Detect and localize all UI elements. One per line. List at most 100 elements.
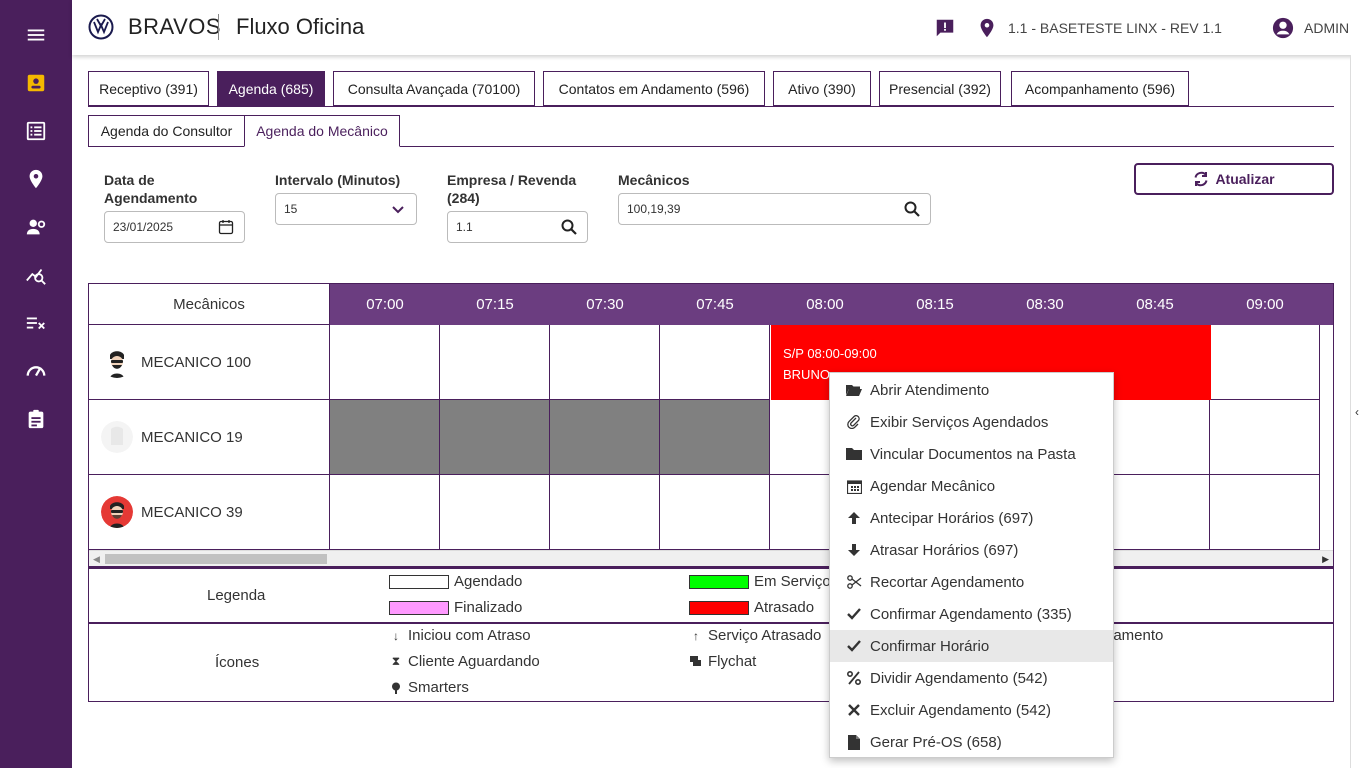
mechanic-row[interactable]: MECANICO 39 — [89, 475, 330, 550]
speedometer-icon[interactable] — [24, 359, 48, 383]
slot-cell[interactable] — [330, 325, 440, 400]
tab-consulta-avancada[interactable]: Consulta Avançada (70100) — [333, 71, 535, 106]
time-header: 07:30 — [586, 296, 624, 313]
tab-contatos-andamento[interactable]: Contatos em Andamento (596) — [543, 71, 765, 106]
legend-panel: Legenda Agendado Em Serviço do Finalizad… — [88, 567, 1334, 702]
menu-item-abrir-atendimento[interactable]: Abrir Atendimento — [830, 374, 1113, 406]
menu-item-gerar-pre-os[interactable]: Gerar Pré-OS (658) — [830, 726, 1113, 758]
menu-item-label: Atrasar Horários (697) — [870, 541, 1019, 559]
chevron-down-icon — [392, 206, 404, 214]
slot-cell[interactable] — [1210, 475, 1320, 550]
notification-button[interactable] — [934, 0, 956, 55]
icon-legend-label: Serviço Atrasado — [708, 627, 822, 644]
brand-separator — [218, 14, 219, 40]
times-icon — [846, 702, 862, 718]
mechanics-field[interactable]: 100,19,39 — [618, 193, 931, 225]
slot-cell-blocked[interactable] — [550, 400, 660, 475]
tab-presencial[interactable]: Presencial (392) — [879, 71, 1001, 106]
slot-cell[interactable] — [440, 325, 550, 400]
menu-item-exibir-servicos[interactable]: Exibir Serviços Agendados — [830, 406, 1113, 438]
scroll-left-icon[interactable]: ◀ — [93, 554, 100, 565]
icon-legend-item: ↑ Serviço Atrasado — [689, 627, 821, 644]
tab-ativo[interactable]: Ativo (390) — [773, 71, 871, 106]
menu-item-antecipar-horarios[interactable]: Antecipar Horários (697) — [830, 502, 1113, 534]
location-pin-icon — [980, 18, 994, 37]
calendar-icon[interactable] — [218, 219, 234, 235]
company-field[interactable]: 1.1 — [447, 211, 588, 243]
slot-cell[interactable] — [1210, 400, 1320, 475]
legend-title: Legenda — [207, 587, 266, 604]
swatch-finalizado — [389, 600, 449, 615]
analytics-search-icon[interactable] — [24, 263, 48, 287]
scroll-right-icon[interactable]: ▶ — [1322, 554, 1329, 565]
people-settings-icon[interactable] — [24, 215, 48, 239]
interval-select[interactable]: 15 — [275, 193, 417, 225]
icon-legend-item: ⧗ Cliente Aguardando — [389, 653, 540, 670]
menu-icon[interactable] — [24, 23, 48, 47]
menu-item-label: Exibir Serviços Agendados — [870, 413, 1049, 431]
tab-acompanhamento[interactable]: Acompanhamento (596) — [1011, 71, 1189, 106]
schedule-grid: Mecânicos 07:00 07:15 07:30 07:45 08:00 … — [88, 283, 1334, 567]
slot-cell[interactable] — [440, 475, 550, 550]
menu-item-recortar-agendamento[interactable]: Recortar Agendamento — [830, 566, 1113, 598]
brand-name: BRAVOS — [128, 14, 222, 39]
contact-card-icon[interactable] — [24, 71, 48, 95]
menu-item-atrasar-horarios[interactable]: Atrasar Horários (697) — [830, 534, 1113, 566]
icon-legend-label: lamento — [1110, 627, 1164, 644]
menu-item-excluir-agendamento[interactable]: Excluir Agendamento (542) — [830, 694, 1113, 726]
checklist-icon[interactable] — [24, 311, 48, 335]
user-menu[interactable]: ADMIN — [1272, 0, 1349, 55]
horizontal-scrollbar[interactable]: ◀ ▶ — [89, 550, 1333, 566]
search-icon[interactable] — [561, 219, 577, 235]
legend-item-atrasado: Atrasado — [689, 599, 814, 616]
tab-agenda-mecanico[interactable]: Agenda do Mecânico — [244, 115, 400, 147]
time-header: 08:45 — [1136, 296, 1174, 313]
mechanics-label: Mecânicos — [618, 172, 690, 188]
main-tabs: Receptivo (391) Agenda (685) Consulta Av… — [88, 71, 1334, 107]
mechanics-value: 100,19,39 — [627, 202, 681, 216]
scrollbar-thumb[interactable] — [105, 554, 327, 564]
legend-item-agendado: Agendado — [389, 573, 522, 590]
top-bar: BRAVOS Fluxo Oficina 1.1 - BASETESTE LIN… — [72, 0, 1366, 55]
slot-cell[interactable] — [330, 475, 440, 550]
slot-cell[interactable] — [660, 475, 770, 550]
chat-icon — [689, 655, 703, 669]
avatar — [101, 421, 133, 453]
legend-label: Agendado — [454, 573, 523, 590]
search-icon[interactable] — [904, 201, 920, 217]
mechanic-row[interactable]: MECANICO 19 — [89, 400, 330, 475]
update-button-label: Atualizar — [1215, 171, 1275, 187]
sub-tabs: Agenda do Consultor Agenda do Mecânico — [88, 115, 1334, 147]
slot-cell-blocked[interactable] — [440, 400, 550, 475]
date-field[interactable]: 23/01/2025 — [104, 211, 245, 243]
slot-cell[interactable] — [660, 325, 770, 400]
tab-agenda[interactable]: Agenda (685) — [217, 71, 325, 106]
menu-item-agendar-mecanico[interactable]: Agendar Mecânico — [830, 470, 1113, 502]
tab-agenda-consultor[interactable]: Agenda do Consultor — [88, 115, 245, 147]
slot-cell[interactable] — [550, 475, 660, 550]
tab-receptivo[interactable]: Receptivo (391) — [88, 71, 209, 106]
chevron-left-icon[interactable]: ‹ — [1355, 405, 1359, 419]
scissors-icon — [846, 574, 862, 590]
icons-title: Ícones — [215, 654, 260, 671]
slot-cell[interactable] — [550, 325, 660, 400]
location-selector[interactable]: 1.1 - BASETESTE LINX - REV 1.1 — [976, 0, 1222, 55]
list-icon[interactable] — [24, 119, 48, 143]
folder-open-icon — [846, 382, 862, 398]
slot-cell[interactable] — [1210, 325, 1320, 400]
mechanic-row[interactable]: MECANICO 100 — [89, 325, 330, 400]
clipboard-icon[interactable] — [24, 407, 48, 431]
slot-cell-blocked[interactable] — [660, 400, 770, 475]
menu-item-vincular-documentos[interactable]: Vincular Documentos na Pasta — [830, 438, 1113, 470]
menu-item-confirmar-agendamento[interactable]: Confirmar Agendamento (335) — [830, 598, 1113, 630]
slot-cell[interactable] — [1100, 475, 1210, 550]
right-panel-toggle[interactable]: ‹ — [1350, 55, 1366, 768]
update-button[interactable]: Atualizar — [1134, 163, 1334, 195]
slot-cell[interactable] — [1100, 400, 1210, 475]
user-account-icon — [1272, 17, 1294, 38]
mechanic-name: MECANICO 19 — [141, 428, 243, 446]
menu-item-confirmar-horario[interactable]: Confirmar Horário — [830, 630, 1113, 662]
location-icon[interactable] — [24, 167, 48, 191]
menu-item-dividir-agendamento[interactable]: Dividir Agendamento (542) — [830, 662, 1113, 694]
slot-cell-blocked[interactable] — [330, 400, 440, 475]
